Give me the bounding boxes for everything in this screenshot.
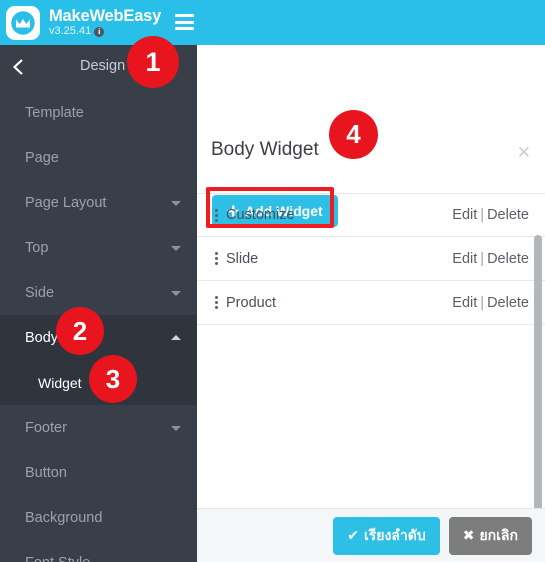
hamburger-icon[interactable] [175, 14, 194, 30]
chevron-down-icon [171, 425, 181, 431]
sidebar-item-side[interactable]: Side [0, 270, 197, 315]
sidebar-item-label: Template [25, 104, 84, 121]
delete-link[interactable]: Delete [487, 207, 529, 223]
row-actions: Edit | Delete [452, 251, 529, 267]
chevron-down-icon [171, 200, 181, 206]
dot [215, 252, 218, 255]
sidebar-item-template[interactable]: Template [0, 90, 197, 135]
dot [215, 213, 218, 217]
widget-name: Customize [226, 207, 295, 223]
table-row[interactable]: Product Edit | Delete [197, 281, 545, 325]
sort-button[interactable]: ✔ เรียงลำดับ [333, 516, 440, 555]
dot [215, 257, 218, 260]
sidebar-item-background[interactable]: Background [0, 495, 197, 540]
delete-link[interactable]: Delete [487, 295, 529, 311]
edit-link[interactable]: Edit [452, 207, 477, 223]
logo-mark-icon [9, 9, 37, 36]
drag-handle-icon[interactable] [215, 296, 218, 309]
sidebar-item-label: Top [25, 239, 49, 256]
sidebar-item-page-layout[interactable]: Page Layout [0, 180, 197, 225]
close-icon[interactable]: ✕ [517, 144, 531, 161]
sidebar-item-label: Page [25, 149, 59, 166]
drag-handle-icon[interactable] [215, 208, 218, 222]
times-icon: ✖ [462, 527, 475, 543]
brand-block: MakeWebEasy v3.25.41 i [49, 8, 161, 38]
sidebar-item-page[interactable]: Page [0, 135, 197, 180]
chevron-down-icon [171, 245, 181, 251]
widget-name: Slide [226, 250, 259, 267]
sort-button-label: เรียงลำดับ [363, 526, 426, 543]
sidebar-item-label: Side [25, 284, 55, 301]
makewebeasy-logo-icon[interactable] [6, 5, 40, 40]
info-icon[interactable]: i [94, 26, 105, 37]
dot [215, 262, 218, 265]
top-bar: MakeWebEasy v3.25.41 i [0, 0, 545, 45]
table-row[interactable]: Slide Edit | Delete [197, 237, 545, 281]
delete-link[interactable]: Delete [487, 251, 529, 267]
dot [215, 208, 218, 212]
sidebar-item-font-style[interactable]: Font Style [0, 540, 197, 562]
sidebar-item-label: Footer [25, 419, 67, 436]
hamburger-bar [175, 27, 194, 30]
table-row[interactable]: Customize Edit | Delete [197, 193, 545, 237]
sidebar-item-label: Background [25, 509, 103, 526]
cancel-button[interactable]: ✖ ยกเลิก [448, 516, 532, 555]
sidebar: Design Template Page Page Layout Top Sid… [0, 45, 197, 562]
panel-scrollbar[interactable] [534, 235, 542, 546]
widget-list: Customize Edit | Delete Slide Edit | Delete [197, 193, 545, 325]
action-separator: | [480, 250, 485, 267]
sidebar-item-label: Button [25, 464, 67, 481]
edit-link[interactable]: Edit [452, 295, 477, 311]
sidebar-item-button[interactable]: Button [0, 450, 197, 495]
step-badge-1: 1 [127, 36, 179, 88]
version-text: v3.25.41 [49, 25, 92, 38]
row-actions: Edit | Delete [452, 207, 529, 223]
dot [215, 296, 218, 299]
brand-version: v3.25.41 i [49, 26, 161, 37]
sidebar-title: Design [80, 58, 126, 74]
sidebar-item-label: Widget [38, 374, 82, 391]
panel-footer: ✔ เรียงลำดับ ✖ ยกเลิก [197, 508, 545, 562]
step-badge-3: 3 [89, 355, 137, 403]
sidebar-item-label: Page Layout [25, 194, 107, 211]
step-badge-4: 4 [329, 110, 378, 159]
page-title: Body Widget [211, 139, 319, 160]
sidebar-item-footer[interactable]: Footer [0, 405, 197, 450]
widget-name: Product [226, 294, 276, 311]
hamburger-bar [175, 14, 194, 17]
action-separator: | [480, 207, 485, 223]
app-root: MakeWebEasy v3.25.41 i Design Template P… [0, 0, 545, 562]
cancel-button-label: ยกเลิก [479, 526, 518, 543]
row-actions: Edit | Delete [452, 295, 529, 311]
chevron-up-icon [171, 334, 181, 340]
hamburger-bar [175, 20, 194, 24]
sidebar-item-label: Font Style [25, 555, 90, 562]
action-separator: | [480, 294, 485, 311]
dot [215, 218, 218, 222]
sidebar-item-top[interactable]: Top [0, 225, 197, 270]
dot [215, 306, 218, 309]
chevron-left-icon[interactable] [11, 57, 25, 77]
chevron-down-icon [171, 290, 181, 296]
drag-handle-icon[interactable] [215, 252, 218, 265]
dot [215, 301, 218, 304]
step-badge-2: 2 [56, 307, 104, 355]
edit-link[interactable]: Edit [452, 251, 477, 267]
brand-name: MakeWebEasy [49, 6, 162, 25]
check-icon: ✔ [347, 527, 359, 543]
sidebar-item-label: Body [25, 329, 59, 346]
